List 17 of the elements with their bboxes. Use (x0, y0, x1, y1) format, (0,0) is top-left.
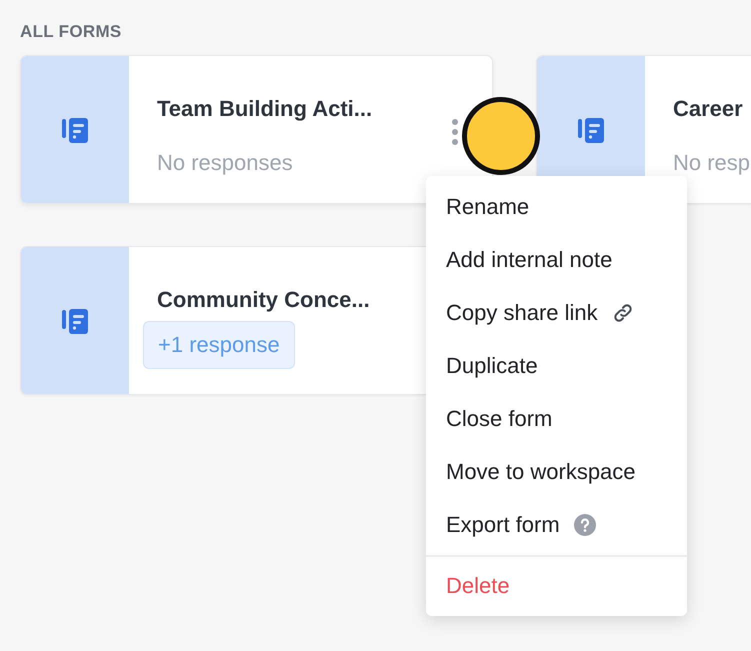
menu-item[interactable]: Close form (426, 392, 687, 445)
response-count: No resp (673, 150, 750, 176)
more-options-icon[interactable] (451, 118, 459, 146)
menu-item[interactable]: Duplicate (426, 339, 687, 392)
form-title: Team Building Acti... (157, 96, 372, 122)
menu-item[interactable]: Delete (426, 559, 687, 612)
response-count: No responses (157, 150, 294, 176)
menu-item[interactable]: Add internal note (426, 233, 687, 286)
form-card[interactable]: Community Conce... +1 response (20, 246, 426, 395)
form-title: Career (673, 96, 744, 122)
menu-item[interactable]: Export form (426, 498, 687, 551)
link-icon (612, 302, 634, 324)
menu-item[interactable]: Move to workspace (426, 445, 687, 498)
section-title: ALL FORMS (20, 22, 123, 42)
menu-item[interactable]: Copy share link (426, 286, 687, 339)
form-title: Community Conce... (157, 287, 370, 313)
help-icon (574, 514, 596, 536)
